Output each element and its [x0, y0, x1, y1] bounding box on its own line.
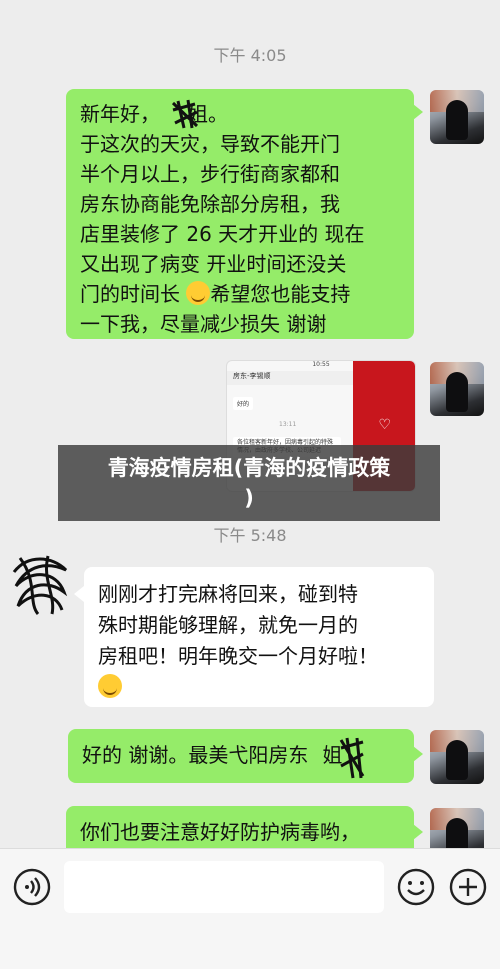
- bubble-tail: [413, 824, 423, 840]
- avatar[interactable]: [8, 552, 72, 616]
- thumb-date: 13:11: [279, 421, 297, 428]
- voice-icon[interactable]: [12, 867, 52, 907]
- timestamp: 下午 5:48: [213, 526, 287, 545]
- message-text: 房租吧！明年晚交一个月好啦！: [98, 644, 378, 668]
- banner-line: 青海疫情房租(青海的疫情政策: [107, 456, 391, 480]
- emoji-icon: [98, 674, 122, 698]
- message-text: 新年好，: [80, 102, 160, 126]
- redaction-scribble: [171, 99, 199, 129]
- chat-input-bar: [0, 848, 500, 969]
- emoji-icon: [186, 281, 211, 305]
- message-text: 希望您也能支持: [210, 282, 351, 306]
- timestamp: 下午 4:05: [213, 46, 287, 65]
- avatar[interactable]: [430, 730, 484, 784]
- bubble-tail: [413, 104, 423, 120]
- message-input[interactable]: [64, 861, 384, 913]
- bubble-tail: [74, 586, 84, 602]
- avatar[interactable]: [430, 90, 484, 144]
- message-text: 门的时间长: [80, 282, 180, 306]
- message-text: 又出现了病变 开业时间还没关: [80, 252, 347, 276]
- message-text: 刚刚才打完麻将回来，碰到特: [98, 582, 358, 606]
- message-text: 于这次的天灾，导致不能开门: [80, 132, 340, 156]
- message-text: 房东协商能免除部分房租，我: [80, 192, 340, 216]
- message-text: 半个月以上，步行街商家都和: [80, 162, 340, 186]
- heart-icon: ♡: [378, 417, 391, 433]
- plus-icon[interactable]: [448, 867, 488, 907]
- emoji-icon[interactable]: [396, 867, 436, 907]
- message-text: 你们也要注意好好防护病毒哟，: [80, 820, 360, 844]
- thumb-bubble: 好的: [233, 397, 254, 410]
- message-text: 殊时期能够理解，就免一月的: [98, 613, 358, 637]
- thumb-time: 10:55: [312, 361, 330, 368]
- message-bubble[interactable]: 新年好， 姐。 于这次的天灾，导致不能开门 半个月以上，步行街商家都和 房东协商能…: [66, 89, 414, 339]
- redaction-scribble: [339, 737, 365, 779]
- message-bubble[interactable]: 刚刚才打完麻将回来，碰到特 殊时期能够理解，就免一月的 房租吧！明年晚交一个月好…: [84, 567, 434, 707]
- avatar[interactable]: [430, 362, 484, 416]
- message-text: 好的 谢谢。最美弋阳房东: [82, 743, 309, 767]
- overlay-banner: 青海疫情房租(青海的疫情政策 ): [58, 445, 440, 521]
- message-text: 一下我，尽量减少损失 谢谢: [80, 312, 327, 336]
- banner-line: ): [244, 486, 254, 510]
- bubble-tail: [413, 746, 423, 762]
- message-text: 店里装修了 26 天才开业的 现在: [80, 222, 365, 246]
